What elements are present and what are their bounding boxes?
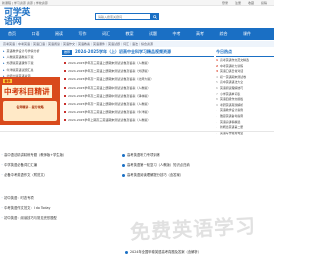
hot-list: 今日热点 1 高考英语作文范文精选 2 中考英语听力训练 3 英语口语日常对话 4 初一… xyxy=(216,48,274,136)
list-item[interactable]: 2024-2025学年高三英语上册期末测试试卷及答案（人教版） xyxy=(62,59,214,67)
main-nav: 首页 口语 阅读 写作 词汇 教案 试题 中考 高考 综合 课件 xyxy=(0,28,274,40)
list-item[interactable]: · 初中英语：阅读技巧与常见完形题型 xyxy=(0,213,120,223)
promo-banner[interactable]: 春季 中考科目精讲 名师精讲 · 提分攻略 xyxy=(0,77,60,125)
search-box xyxy=(95,13,159,20)
bullet-icon xyxy=(122,173,125,177)
bullet-icon xyxy=(64,94,66,97)
watermark-text: 免费英语学习 xyxy=(129,213,257,245)
nav-home[interactable]: 首页 xyxy=(8,31,16,37)
list-item[interactable]: 2024-2025学年高一英语上册期中测试试卷及答案（人教版） xyxy=(62,100,214,108)
bottom-list-item[interactable]: 2024年全国甲卷英语高考真题及答案（含解析） xyxy=(125,249,245,254)
nav-writing[interactable]: 写作 xyxy=(79,31,87,37)
bullet-icon: ▸ xyxy=(3,67,5,72)
bullet-icon xyxy=(64,70,66,73)
nav-speaking[interactable]: 口语 xyxy=(32,31,40,37)
site-logo[interactable]: 可学英语网 www.kexue.com xyxy=(4,9,34,32)
search-icon xyxy=(152,14,157,19)
login-link[interactable]: 登录 xyxy=(222,1,228,5)
list-item[interactable]: 高考英语阅读理解提分技巧（含答案） xyxy=(120,170,274,180)
search-button[interactable] xyxy=(150,13,159,20)
top-bar-left-text: 新课程 | 学习资源 资源 | 学校资源 xyxy=(2,1,48,5)
sub-nav[interactable]: 高考英语｜中考英语｜英语口语｜英语阅读｜英语作文｜英语教案｜英语课件｜英语试题｜… xyxy=(0,41,274,47)
banner-text: 名师精讲 · 提分攻略 xyxy=(16,105,44,109)
nav-exam[interactable]: 试题 xyxy=(149,31,157,37)
nav-gaokao[interactable]: 高考 xyxy=(196,31,204,37)
submit-link[interactable]: 投稿 xyxy=(261,1,267,5)
nav-general[interactable]: 综合 xyxy=(220,31,228,37)
top-bar-links: 登录 注册 收藏 投稿 xyxy=(216,1,274,5)
list-item[interactable]: · 必备中考英语作文（附范文） xyxy=(0,170,120,180)
nav-vocab[interactable]: 词汇 xyxy=(102,31,110,37)
featured-title[interactable]: 2024-2025学年（上）初高中全科学习精品视频资源 xyxy=(75,49,171,55)
list-item[interactable]: · 中考英语作文范文：I do Today xyxy=(0,203,120,213)
lower-mid-list: 高考英语听力专项训练 高考英语第一轮复习（人教版）知识点归纳 高考英语阅读理解提… xyxy=(120,150,274,180)
bullet-icon xyxy=(125,250,128,254)
bullet-icon: ▸ xyxy=(3,55,5,60)
nav-reading[interactable]: 阅读 xyxy=(55,31,63,37)
bullet-icon xyxy=(122,153,125,157)
favorite-link[interactable]: 收藏 xyxy=(248,1,254,5)
list-item[interactable]: 高考英语第一轮复习（人教版）知识点归纳 xyxy=(120,160,274,170)
bullet-icon xyxy=(64,62,66,65)
nav-lesson[interactable]: 教案 xyxy=(126,31,134,37)
banner-card xyxy=(3,101,57,121)
nav-zhongkao[interactable]: 中考 xyxy=(173,31,181,37)
hot-list-title: 今日热点 xyxy=(216,49,232,54)
hot-list-header: 今日热点 xyxy=(216,48,274,57)
list-item[interactable]: 2024-2025学年上期高三英语期末测试试卷及答案（人教版） xyxy=(62,116,214,124)
list-item[interactable]: 2024-2025学年高二英语上册期中测试试卷及答案（译林版） xyxy=(62,92,214,100)
bullet-icon xyxy=(122,163,125,167)
bullet-icon xyxy=(64,103,66,106)
banner-title: 中考科目精讲 xyxy=(2,85,52,98)
featured-header: 推荐 2024-2025学年（上）初高中全科学习精品视频资源 xyxy=(62,48,214,57)
bullet-icon: ▸ xyxy=(3,49,5,53)
register-link[interactable]: 注册 xyxy=(235,1,241,5)
section-divider xyxy=(0,131,274,132)
nav-slides[interactable]: 课件 xyxy=(243,31,251,37)
bullet-icon: ▸ xyxy=(3,61,5,66)
list-item[interactable]: 2024-2025学年高一英语上册期末测试试卷及答案（北师大版） xyxy=(62,75,214,83)
lower-left-list: · 高中语法精讲精练专题（教师版+学生版） · 中学英语必备词汇汇编 · 必备中考英语… xyxy=(0,150,120,180)
top-bar: 新课程 | 学习资源 资源 | 学校资源 登录 注册 收藏 投稿 xyxy=(0,0,274,6)
list-item[interactable]: 2024-2025学年高二英语上册期末测试试卷及答案（外研版） xyxy=(62,67,214,75)
list-item[interactable]: · 初中英语：时态专项 xyxy=(0,193,120,203)
list-item[interactable]: 高考英语听力专项训练 xyxy=(120,150,274,160)
logo-mark: 可学英语网 xyxy=(4,8,31,27)
search-input[interactable] xyxy=(96,14,148,19)
list-item[interactable]: 2024-2025学年高三英语上册期中测试试卷及答案（人教版） xyxy=(62,84,214,92)
banner-tag: 春季 xyxy=(3,79,13,83)
list-item[interactable]: 2024-2025学年高三英语上册期末测试试卷及答案（牛津版） xyxy=(62,108,214,116)
bullet-icon xyxy=(64,86,66,89)
list-item[interactable]: · 高中语法精讲精练专题（教师版+学生版） xyxy=(0,150,120,160)
bullet-icon xyxy=(64,78,66,81)
list-item[interactable]: · 中学英语必备词汇汇编 xyxy=(0,160,120,170)
lower-left-list-2: · 初中英语：时态专项 · 中考英语作文范文：I do Today · 初中英语：阅读… xyxy=(0,193,120,223)
bullet-icon xyxy=(64,111,66,114)
featured-tag: 推荐 xyxy=(62,49,73,55)
bullet-icon xyxy=(64,119,66,122)
featured-list: 推荐 2024-2025学年（上）初高中全科学习精品视频资源 2024-2025… xyxy=(62,48,214,125)
